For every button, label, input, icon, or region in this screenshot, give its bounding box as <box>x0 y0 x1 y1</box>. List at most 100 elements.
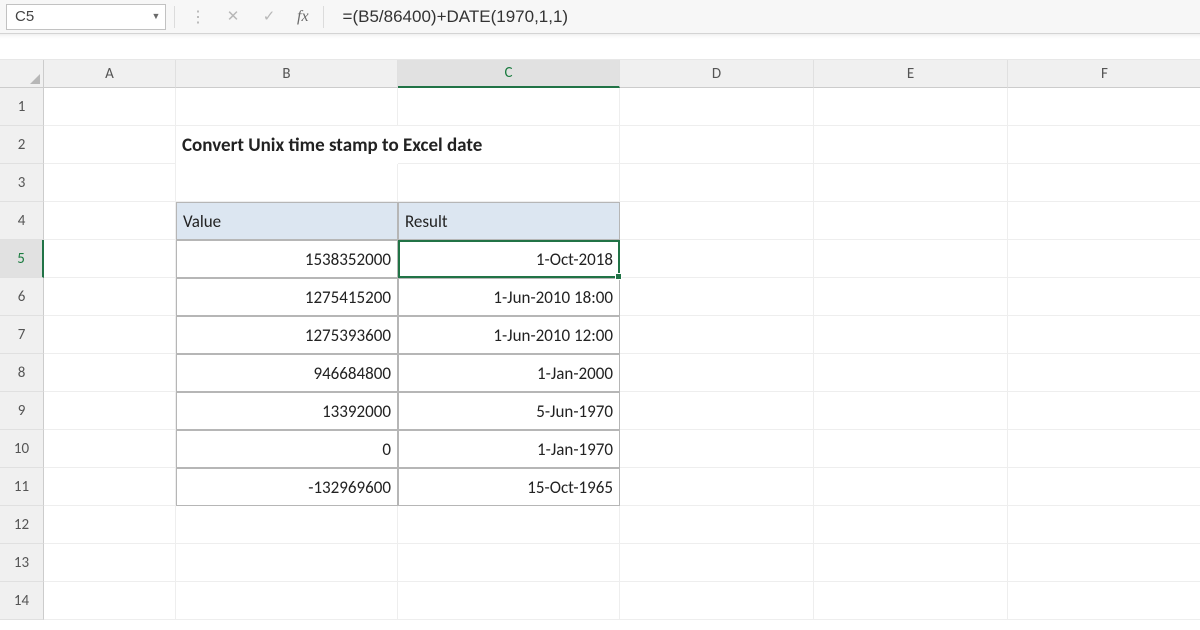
cell-F8[interactable] <box>1008 354 1200 392</box>
name-box[interactable]: ▼ <box>6 4 166 30</box>
cell-A6[interactable] <box>44 278 176 316</box>
cell-F4[interactable] <box>1008 202 1200 240</box>
row-header-11[interactable]: 11 <box>0 468 44 506</box>
cell-A3[interactable] <box>44 164 176 202</box>
row-header-9[interactable]: 9 <box>0 392 44 430</box>
cell-F2[interactable] <box>1008 126 1200 164</box>
cell-E12[interactable] <box>814 506 1008 544</box>
cell-C1[interactable] <box>398 88 620 126</box>
row-header-10[interactable]: 10 <box>0 430 44 468</box>
col-header-C[interactable]: C <box>398 60 620 88</box>
cell-A9[interactable] <box>44 392 176 430</box>
cell-D4[interactable] <box>620 202 814 240</box>
cell-B14[interactable] <box>176 582 398 620</box>
select-all-corner[interactable] <box>0 60 44 88</box>
row-header-14[interactable]: 14 <box>0 582 44 620</box>
cell-C3[interactable] <box>398 164 620 202</box>
cell-E9[interactable] <box>814 392 1008 430</box>
row-header-4[interactable]: 4 <box>0 202 44 240</box>
cell-B13[interactable] <box>176 544 398 582</box>
name-box-dropdown-icon[interactable]: ▼ <box>147 11 165 22</box>
cell-A14[interactable] <box>44 582 176 620</box>
cell-D5[interactable] <box>620 240 814 278</box>
row-header-5[interactable]: 5 <box>0 240 44 278</box>
cell-D6[interactable] <box>620 278 814 316</box>
cell-B5[interactable]: 1538352000 <box>176 240 398 278</box>
cell-B12[interactable] <box>176 506 398 544</box>
cell-B6[interactable]: 1275415200 <box>176 278 398 316</box>
cell-F7[interactable] <box>1008 316 1200 354</box>
page-title[interactable]: Convert Unix time stamp to Excel date <box>176 126 398 164</box>
cell-F10[interactable] <box>1008 430 1200 468</box>
row-header-3[interactable]: 3 <box>0 164 44 202</box>
cell-B8[interactable]: 946684800 <box>176 354 398 392</box>
cell-D3[interactable] <box>620 164 814 202</box>
col-header-D[interactable]: D <box>620 60 814 88</box>
cell-F11[interactable] <box>1008 468 1200 506</box>
cell-A7[interactable] <box>44 316 176 354</box>
cell-A2[interactable] <box>44 126 176 164</box>
cell-C10[interactable]: 1-Jan-1970 <box>398 430 620 468</box>
cell-C6[interactable]: 1-Jun-2010 18:00 <box>398 278 620 316</box>
cell-A13[interactable] <box>44 544 176 582</box>
row-header-7[interactable]: 7 <box>0 316 44 354</box>
cell-C11[interactable]: 15-Oct-1965 <box>398 468 620 506</box>
cell-B1[interactable] <box>176 88 398 126</box>
cell-D1[interactable] <box>620 88 814 126</box>
cell-E13[interactable] <box>814 544 1008 582</box>
cell-D7[interactable] <box>620 316 814 354</box>
table-header-value[interactable]: Value <box>176 202 398 240</box>
row-header-2[interactable]: 2 <box>0 126 44 164</box>
cell-E1[interactable] <box>814 88 1008 126</box>
cell-F6[interactable] <box>1008 278 1200 316</box>
cell-A5[interactable] <box>44 240 176 278</box>
cell-E2[interactable] <box>814 126 1008 164</box>
cell-C7[interactable]: 1-Jun-2010 12:00 <box>398 316 620 354</box>
cell-C14[interactable] <box>398 582 620 620</box>
cell-B3[interactable] <box>176 164 398 202</box>
cell-D2[interactable] <box>620 126 814 164</box>
cell-A11[interactable] <box>44 468 176 506</box>
cell-E8[interactable] <box>814 354 1008 392</box>
row-header-12[interactable]: 12 <box>0 506 44 544</box>
col-header-B[interactable]: B <box>176 60 398 88</box>
name-box-input[interactable] <box>7 5 147 29</box>
formula-input[interactable] <box>335 4 1194 30</box>
cell-D10[interactable] <box>620 430 814 468</box>
col-header-F[interactable]: F <box>1008 60 1200 88</box>
cell-A12[interactable] <box>44 506 176 544</box>
cell-E3[interactable] <box>814 164 1008 202</box>
cell-C13[interactable] <box>398 544 620 582</box>
cell-D12[interactable] <box>620 506 814 544</box>
cell-F13[interactable] <box>1008 544 1200 582</box>
row-header-13[interactable]: 13 <box>0 544 44 582</box>
cell-F5[interactable] <box>1008 240 1200 278</box>
cell-F9[interactable] <box>1008 392 1200 430</box>
cell-E10[interactable] <box>814 430 1008 468</box>
cell-E4[interactable] <box>814 202 1008 240</box>
cell-C9[interactable]: 5-Jun-1970 <box>398 392 620 430</box>
col-header-E[interactable]: E <box>814 60 1008 88</box>
cell-A10[interactable] <box>44 430 176 468</box>
cell-B9[interactable]: 13392000 <box>176 392 398 430</box>
cell-D8[interactable] <box>620 354 814 392</box>
row-header-6[interactable]: 6 <box>0 278 44 316</box>
cell-F1[interactable] <box>1008 88 1200 126</box>
col-header-A[interactable]: A <box>44 60 176 88</box>
cell-E11[interactable] <box>814 468 1008 506</box>
cell-C5[interactable]: 1-Oct-2018 <box>398 240 620 278</box>
row-header-8[interactable]: 8 <box>0 354 44 392</box>
cell-E6[interactable] <box>814 278 1008 316</box>
cell-A4[interactable] <box>44 202 176 240</box>
cell-C12[interactable] <box>398 506 620 544</box>
cell-F3[interactable] <box>1008 164 1200 202</box>
cell-B10[interactable]: 0 <box>176 430 398 468</box>
cell-D9[interactable] <box>620 392 814 430</box>
cell-E5[interactable] <box>814 240 1008 278</box>
cell-E14[interactable] <box>814 582 1008 620</box>
cell-B11[interactable]: -132969600 <box>176 468 398 506</box>
cell-D14[interactable] <box>620 582 814 620</box>
fx-icon[interactable]: fx <box>291 8 315 26</box>
cell-E7[interactable] <box>814 316 1008 354</box>
cell-B7[interactable]: 1275393600 <box>176 316 398 354</box>
